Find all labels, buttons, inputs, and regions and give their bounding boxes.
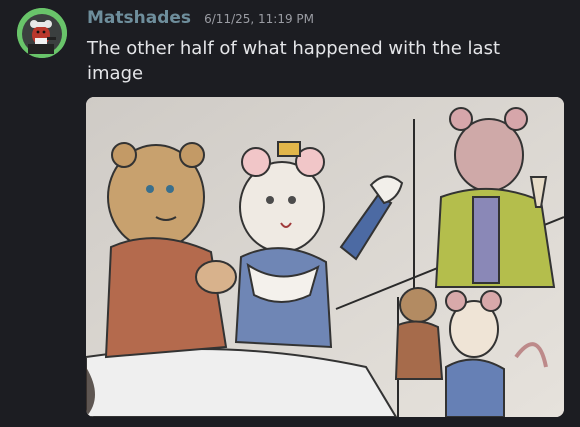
drawing-image-icon [86, 97, 564, 417]
username[interactable]: Matshades [87, 8, 191, 28]
message-header: Matshades 6/11/25, 11:19 PM [87, 8, 314, 30]
chat-message: Matshades 6/11/25, 11:19 PM The other ha… [0, 0, 580, 427]
image-attachment[interactable] [86, 97, 564, 417]
message-text: The other half of what happened with the… [87, 38, 501, 84]
user-avatar[interactable] [17, 8, 67, 58]
avatar-image-icon [17, 8, 67, 58]
timestamp[interactable]: 6/11/25, 11:19 PM [204, 12, 314, 26]
